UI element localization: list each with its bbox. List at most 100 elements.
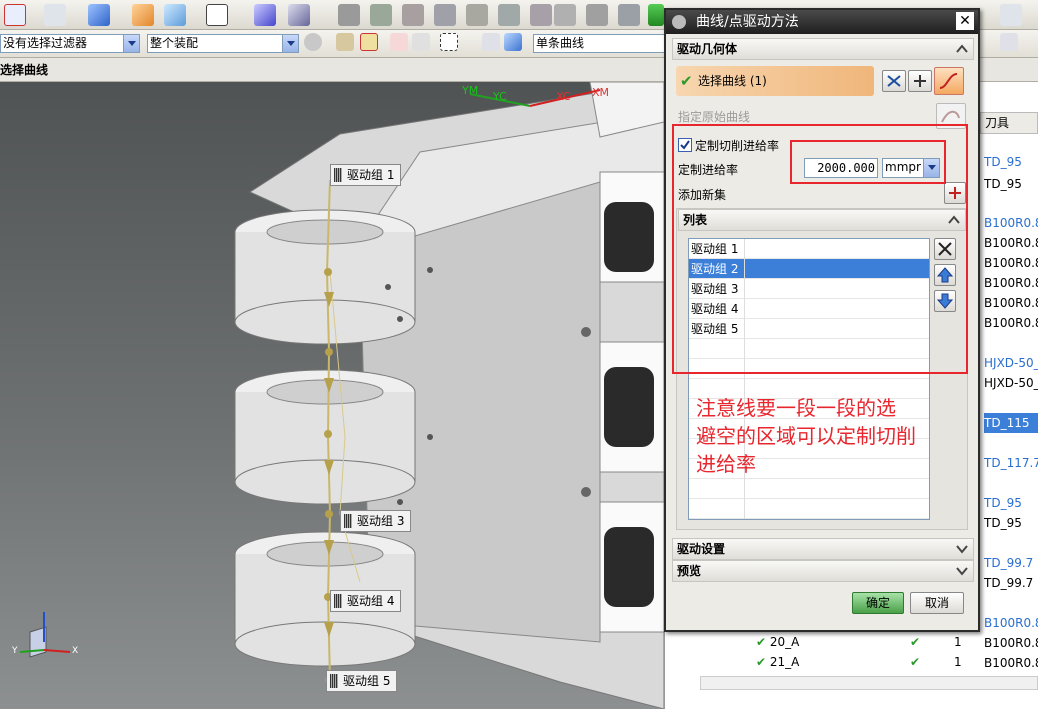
tool-column-header[interactable]: 刀具 — [980, 112, 1038, 134]
cam-op-icon-8[interactable] — [554, 4, 576, 26]
curve-dialog-button[interactable] — [882, 70, 906, 92]
tool-cell[interactable]: TD_95 — [984, 174, 1038, 194]
section-title: 驱动几何体 — [677, 42, 738, 56]
drive-group-tag-1[interactable]: 驱动组 1 — [330, 164, 402, 186]
graphics-viewport[interactable]: YM YC XC XM Y X 驱动组 1 驱动组 3 驱动组 4 驱动组 5 — [0, 82, 664, 709]
tag-text: 驱动组 3 — [357, 514, 405, 528]
drive-group-tag-3[interactable]: 驱动组 3 — [340, 510, 412, 532]
cam-op-icon-3[interactable] — [402, 4, 424, 26]
cam-op-icon-6[interactable] — [498, 4, 520, 26]
curve-rule-select[interactable]: 单条曲线 — [533, 34, 665, 53]
snap-icon[interactable] — [336, 33, 354, 51]
cam-op-icon-4[interactable] — [434, 4, 456, 26]
cam-op-icon-5[interactable] — [466, 4, 488, 26]
display-mode-icon[interactable] — [206, 4, 228, 26]
tool-cell[interactable]: B100R0.8 — [984, 613, 1038, 633]
tool-cell[interactable]: B100R0.8 — [984, 653, 1038, 673]
selection-prompt: 选择曲线 — [0, 63, 49, 77]
check-icon: ✔ — [680, 72, 693, 90]
filter-icon[interactable] — [1000, 33, 1018, 51]
tool-cell[interactable]: B100R0.8 — [984, 253, 1038, 273]
move-icon[interactable] — [254, 4, 276, 26]
endpoint-icon[interactable] — [390, 33, 408, 51]
chevron-down-icon[interactable] — [123, 35, 139, 52]
column-divider — [744, 499, 745, 519]
chevron-down-icon[interactable] — [955, 564, 969, 578]
cam-op-icon-9[interactable] — [586, 4, 608, 26]
nav-row-op-21[interactable]: ✔ 21_A ✔ 1 — [756, 652, 984, 672]
tag-text: 驱动组 1 — [347, 168, 395, 182]
drive-settings-header[interactable]: 驱动设置 — [672, 538, 974, 560]
cam-op-icon-2[interactable] — [370, 4, 392, 26]
type-filter-select[interactable]: 没有选择过滤器 — [0, 34, 140, 53]
drive-geometry-header[interactable]: 驱动几何体 — [672, 38, 974, 60]
tag-text: 驱动组 5 — [343, 674, 391, 688]
solid-icon[interactable] — [504, 33, 522, 51]
tool-cell[interactable]: HJXD-50_ — [984, 353, 1038, 373]
tool-cell[interactable]: TD_95 — [984, 152, 1038, 172]
drive-group-tag-5[interactable]: 驱动组 5 — [326, 670, 398, 692]
chevron-up-icon[interactable] — [955, 42, 969, 56]
tool-cell[interactable]: B100R0.8 — [984, 213, 1038, 233]
column-header-text: 刀具 — [985, 116, 1010, 130]
tool-cell[interactable]: TD_117.7 — [984, 453, 1038, 473]
cam-op-icon-7[interactable] — [530, 4, 552, 26]
tool-cell[interactable]: TD_99.7 — [984, 553, 1038, 573]
scope-select[interactable]: 整个装配 — [147, 34, 299, 53]
annotation-line-3: 进给率 — [696, 452, 756, 476]
empty-list-row — [689, 479, 929, 499]
chevron-down-icon[interactable] — [282, 35, 298, 52]
gear-icon[interactable] — [304, 33, 322, 51]
tool-cell[interactable]: B100R0.8 — [984, 633, 1038, 653]
chevron-down-icon[interactable] — [955, 542, 969, 556]
cube-icon[interactable] — [88, 4, 110, 26]
tool-cell[interactable]: B100R0.8 — [984, 233, 1038, 253]
cam-op-icon-10[interactable] — [618, 4, 640, 26]
feed-rate-highlight-box — [790, 140, 946, 184]
csys-icon[interactable] — [288, 4, 310, 26]
tool-cell[interactable]: TD_95 — [984, 513, 1038, 533]
rectangle-select-icon[interactable] — [440, 33, 458, 51]
select-frame-icon[interactable] — [4, 4, 26, 26]
op-count: 1 — [954, 635, 962, 649]
triad-x-label: X — [72, 646, 79, 656]
empty-list-row — [689, 499, 929, 519]
section-title: 预览 — [677, 564, 702, 578]
curve-tool-icon[interactable] — [164, 4, 186, 26]
xc-axis-label: XC — [556, 90, 571, 103]
drive-group-tag-4[interactable]: 驱动组 4 — [330, 590, 402, 612]
preview-header[interactable]: 预览 — [672, 560, 974, 582]
cancel-button[interactable]: 取消 — [910, 592, 964, 614]
add-point-button[interactable] — [908, 70, 932, 92]
curve-rule-value: 单条曲线 — [536, 36, 585, 50]
triad-y-label: Y — [12, 646, 18, 656]
gear-icon[interactable] — [672, 15, 686, 29]
sketch-icon[interactable] — [44, 4, 66, 26]
body-icon[interactable] — [482, 33, 500, 51]
tool-cell[interactable]: TD_99.7 — [984, 573, 1038, 593]
auto-icon[interactable] — [648, 4, 664, 26]
tool-cell[interactable]: TD_95 — [984, 493, 1038, 513]
tool-cell[interactable]: B100R0.8 — [984, 313, 1038, 333]
scope-value: 整个装配 — [150, 36, 199, 50]
dialog-titlebar[interactable]: 曲线/点驱动方法 ✕ — [666, 10, 978, 34]
op-name: 20_A — [769, 635, 800, 649]
view-icon[interactable] — [1000, 4, 1022, 26]
midpoint-icon[interactable] — [412, 33, 430, 51]
select-curve-row[interactable]: ✔ 选择曲线 (1) — [676, 66, 874, 96]
dialog-title: 曲线/点驱动方法 — [696, 14, 799, 30]
op-count: 1 — [954, 655, 962, 669]
surface-icon[interactable] — [132, 4, 154, 26]
tool-cell[interactable]: B100R0.8 — [984, 273, 1038, 293]
tool-cell[interactable]: HJXD-50_ — [984, 373, 1038, 393]
ok-button[interactable]: 确定 — [852, 592, 904, 614]
tool-cell[interactable]: TD_115 — [984, 413, 1038, 433]
section-title: 驱动设置 — [677, 542, 726, 556]
curve-rule-button[interactable] — [934, 67, 964, 95]
cam-op-icon-1[interactable] — [338, 4, 360, 26]
close-icon[interactable]: ✕ — [956, 12, 974, 30]
nav-row-op-20[interactable]: ✔ 20_A ✔ 1 — [756, 632, 984, 652]
tool-cell[interactable]: B100R0.8 — [984, 293, 1038, 313]
horizontal-scrollbar[interactable] — [700, 676, 1038, 690]
snap-point-icon[interactable] — [360, 33, 378, 51]
